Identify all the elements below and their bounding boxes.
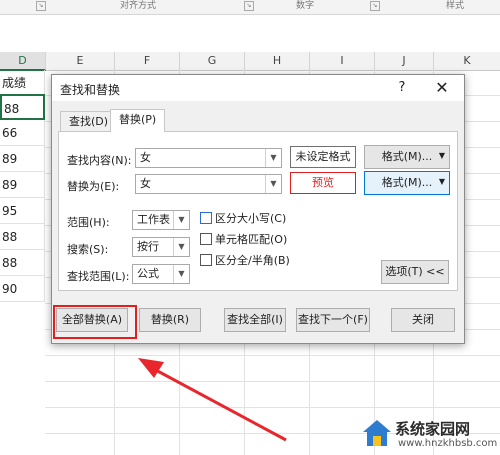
annotation-arrow	[138, 358, 287, 442]
house-logo-icon	[363, 420, 391, 446]
watermark-url: www.hnzkhbsb.com	[398, 438, 498, 449]
tab-replace[interactable]: 替换(P)	[110, 109, 166, 132]
watermark-text: 系统家园网	[395, 420, 471, 438]
